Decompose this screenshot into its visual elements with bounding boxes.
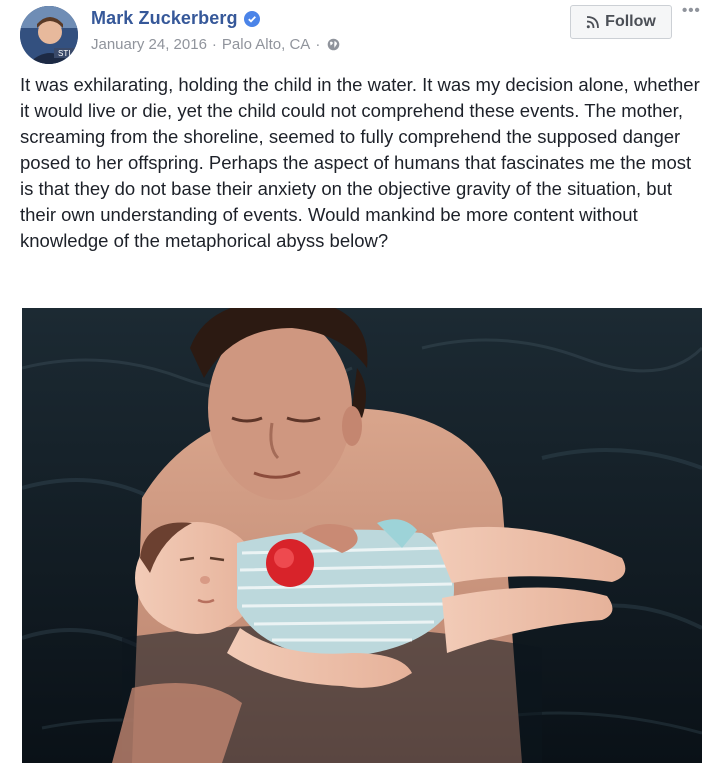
post-header: STI Mark Zuckerberg January 24, 2016 · P… xyxy=(0,0,720,66)
svg-text:STI: STI xyxy=(58,49,70,58)
verified-badge-icon xyxy=(243,10,260,27)
follow-button[interactable]: Follow xyxy=(570,5,672,39)
post-date-link[interactable]: January 24, 2016 xyxy=(91,36,207,53)
post-body-text: It was exhilarating, holding the child i… xyxy=(20,74,700,251)
author-row: Mark Zuckerberg xyxy=(91,8,260,29)
author-name-link[interactable]: Mark Zuckerberg xyxy=(91,8,238,29)
post-photo[interactable] xyxy=(22,308,702,763)
author-avatar[interactable]: STI xyxy=(20,6,78,64)
more-options-icon[interactable]: ••• xyxy=(682,2,701,19)
meta-separator: · xyxy=(211,36,217,53)
post-location-link[interactable]: Palo Alto, CA xyxy=(222,36,310,53)
rss-follow-icon xyxy=(586,15,600,29)
meta-separator-2: · xyxy=(315,36,321,53)
post-meta: January 24, 2016 · Palo Alto, CA · xyxy=(91,36,340,53)
facebook-post: STI Mark Zuckerberg January 24, 2016 · P… xyxy=(0,0,720,768)
follow-label: Follow xyxy=(605,13,656,30)
globe-icon[interactable] xyxy=(327,38,340,51)
